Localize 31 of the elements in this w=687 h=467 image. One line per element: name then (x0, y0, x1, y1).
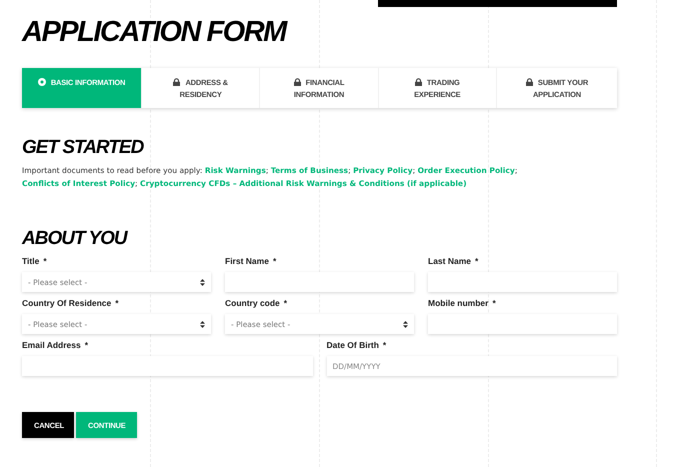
lock-icon (173, 78, 180, 86)
updown-icon (200, 278, 205, 286)
required-mark: * (284, 298, 288, 308)
lock-icon (294, 78, 301, 86)
required-mark: * (272, 256, 276, 266)
input-field[interactable] (428, 272, 617, 292)
field-label: Title (22, 256, 40, 266)
field-label: Country code (225, 298, 280, 308)
field-label: Last Name (428, 256, 471, 266)
field-label: First Name (225, 256, 269, 266)
field-label: Email Address (22, 340, 81, 350)
section-heading: GET STARTED (22, 137, 145, 159)
required-mark: * (115, 298, 119, 308)
field-label: Country Of Residence (22, 298, 112, 308)
required-mark: * (492, 298, 496, 308)
input-field[interactable] (225, 272, 414, 292)
section-heading: ABOUT YOU (22, 228, 129, 250)
required-mark: * (475, 256, 478, 266)
updown-icon (403, 320, 408, 328)
input-field[interactable] (428, 314, 617, 334)
field-label: Date Of Birth (326, 340, 379, 350)
field-label: Mobile number (428, 298, 488, 308)
updown-icon (200, 320, 205, 328)
pin-icon (38, 78, 46, 86)
required-mark: * (382, 340, 386, 350)
required-mark: * (43, 256, 47, 266)
input-field[interactable] (22, 356, 312, 376)
lock-icon (526, 78, 533, 86)
page-title: APPLICATION FORM (22, 15, 288, 50)
lock-icon (414, 78, 422, 86)
required-mark: * (84, 340, 88, 350)
